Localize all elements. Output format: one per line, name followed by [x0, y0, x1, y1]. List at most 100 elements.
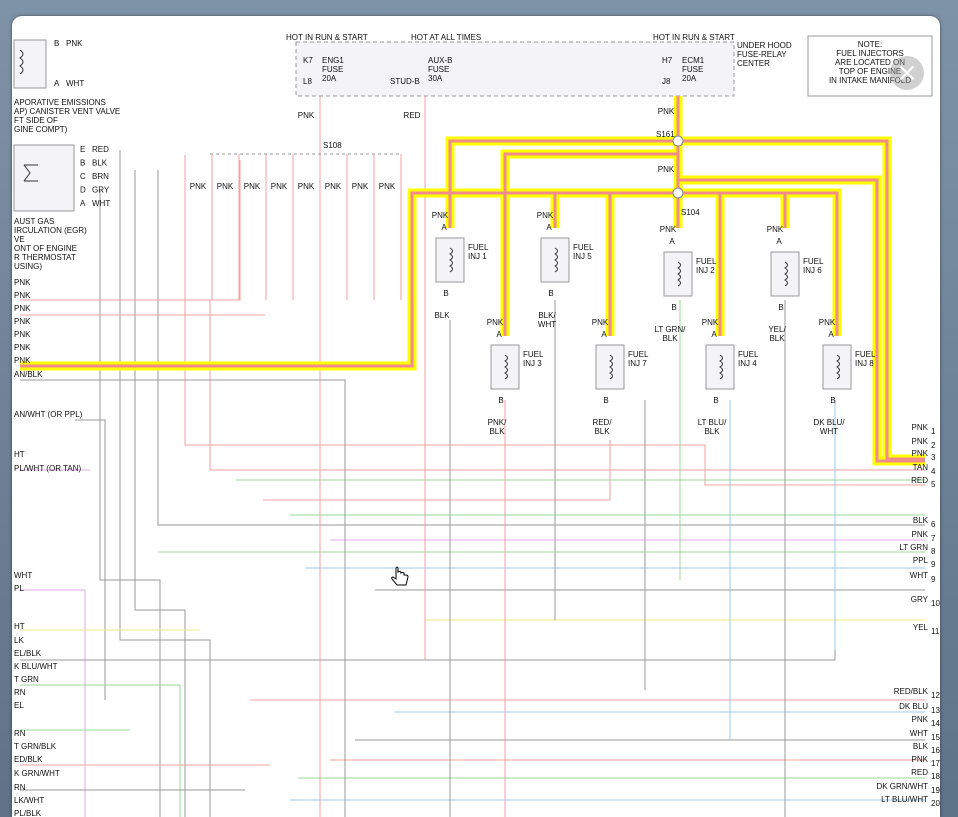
injector-name: FUEL: [523, 350, 544, 359]
injector-output-wire-label: BLK: [704, 427, 720, 436]
connector-pin-number: 3: [931, 453, 936, 462]
connector-pin-number: 7: [931, 534, 936, 543]
highlighted-circuit-wire: [20, 188, 678, 371]
injector-output-wire-label: BLK: [434, 311, 450, 320]
connector-pin-number: 10: [931, 599, 940, 608]
connector-pin-number: 2: [931, 441, 936, 450]
connector-pin-number: 14: [931, 719, 940, 728]
egr-component-label: VE: [14, 235, 25, 244]
left-wire-label: PL/WHT (OR TAN): [14, 464, 81, 473]
injector-output-wire-label: WHT: [538, 320, 556, 329]
connector-pin-number: 1: [931, 427, 936, 436]
highlighted-circuit-wire-core: [553, 191, 678, 228]
connector-wire-label: PNK: [912, 449, 929, 458]
injector-input-wire-label: PNK: [592, 318, 609, 327]
fuse-center-label: FUSE-RELAY: [737, 50, 787, 59]
injector-name: FUEL: [738, 350, 759, 359]
fuse-name: 20A: [682, 74, 697, 83]
connector-pin-number: 4: [931, 467, 936, 476]
connector-pin-number: 18: [931, 772, 940, 781]
injector-name: INJ 6: [803, 266, 822, 275]
pin-label: B: [830, 396, 835, 405]
connector-wire-label: PNK: [912, 437, 929, 446]
connector-wire-label: RED: [911, 768, 928, 777]
diagram-viewer[interactable]: HOT IN RUN & START HOT AT ALL TIMES HOT IN…: [12, 16, 940, 817]
injector-name: FUEL: [573, 243, 594, 252]
connector-wire-label: DK BLU: [899, 702, 928, 711]
connector-wire-label: DK GRN/WHT: [876, 782, 928, 791]
injector-name: INJ 5: [573, 252, 592, 261]
left-wire-label: HT: [14, 450, 25, 459]
connector-wire-label: WHT: [910, 571, 928, 580]
evap-component-label: APORATIVE EMISSIONS: [14, 98, 106, 107]
wire-color-label: WHT: [92, 199, 110, 208]
left-wire-label: T GRN: [14, 675, 39, 684]
connector-pin-number: 15: [931, 733, 940, 742]
connector-wire-label: PNK: [912, 423, 929, 432]
pin-label: B: [778, 303, 783, 312]
wire-color-label: PNK: [352, 182, 369, 191]
connector-pin-number: 6: [931, 520, 936, 529]
left-wire-label: ED/BLK: [14, 755, 43, 764]
left-wire-label: LK: [14, 636, 24, 645]
connector-wire-label: RED: [911, 476, 928, 485]
wire-color-label: PNK: [325, 182, 342, 191]
close-button[interactable]: ×: [890, 56, 924, 90]
injector-input-wire-label: PNK: [819, 318, 836, 327]
fuse-center-label: UNDER HOOD: [737, 41, 792, 50]
evap-component-label: FT SIDE OF: [14, 116, 58, 125]
wire-color-label: GRY: [92, 186, 110, 195]
wire-color-label: WHT: [66, 79, 84, 88]
injector-name: INJ 7: [628, 359, 647, 368]
injector-name: FUEL: [803, 257, 824, 266]
connector-wire-label: YEL: [913, 623, 929, 632]
connector-pin-number: 5: [931, 480, 936, 489]
connector-wire-label: BLK: [913, 742, 929, 751]
injector-name: FUEL: [696, 257, 717, 266]
left-wire-label: AN/WHT (OR PPL): [14, 410, 83, 419]
fuse-pin: H7: [662, 56, 673, 65]
connector-pin-number: 9: [931, 560, 936, 569]
splice-label: S108: [323, 141, 342, 150]
connector-pin-number: 9: [931, 575, 936, 584]
injector-output-wire-label: BLK/: [538, 311, 556, 320]
connector-wire-label: LT GRN: [899, 543, 928, 552]
wire-color-label: PNK: [379, 182, 396, 191]
pin-label: A: [669, 237, 675, 246]
pin-label: B: [603, 396, 608, 405]
wire-color-label: PNK: [217, 182, 234, 191]
left-wire-label: K GRN/WHT: [14, 769, 60, 778]
fuse-center-label: CENTER: [737, 59, 770, 68]
pin-label: A: [601, 330, 607, 339]
wire-color-label: PNK: [190, 182, 207, 191]
connector-wire-label: RED/BLK: [894, 687, 929, 696]
highlighted-circuit-wire-core: [20, 191, 678, 368]
evap-component-label: AP) CANISTER VENT VALVE: [14, 107, 120, 116]
evap-component-label: GINE COMPT): [14, 125, 68, 134]
fuse-pin: STUD-B: [390, 77, 420, 86]
left-wire-label: PNK: [14, 317, 31, 326]
pin-label: A: [711, 330, 717, 339]
wire-color-label: PNK: [658, 107, 675, 116]
injector-name: FUEL: [855, 350, 876, 359]
injector-output-wire-label: BLK: [769, 334, 785, 343]
left-wire-label: LK/WHT: [14, 796, 44, 805]
pin-label: B: [443, 289, 448, 298]
left-wire-label: RN: [14, 783, 26, 792]
injector-input-wire-label: PNK: [702, 318, 719, 327]
egr-component-label: ONT OF ENGINE: [14, 244, 77, 253]
left-wire-label: T GRN/BLK: [14, 742, 57, 751]
pin-label: B: [713, 396, 718, 405]
wire-color-label: BRN: [92, 172, 109, 181]
fuse-name: FUSE: [322, 65, 343, 74]
injector-output-wire-label: BLK: [662, 334, 678, 343]
connector-pin-number: 17: [931, 759, 940, 768]
left-wire-label: RN: [14, 729, 26, 738]
pin-label: A: [828, 330, 834, 339]
fuse-name: FUSE: [428, 65, 449, 74]
pin-label: A: [546, 223, 552, 232]
injector-output-wire-label: RED/: [592, 418, 612, 427]
wire-color-label: PNK: [271, 182, 288, 191]
close-icon[interactable]: ×: [890, 58, 924, 88]
fuse-pin: K7: [303, 56, 313, 65]
